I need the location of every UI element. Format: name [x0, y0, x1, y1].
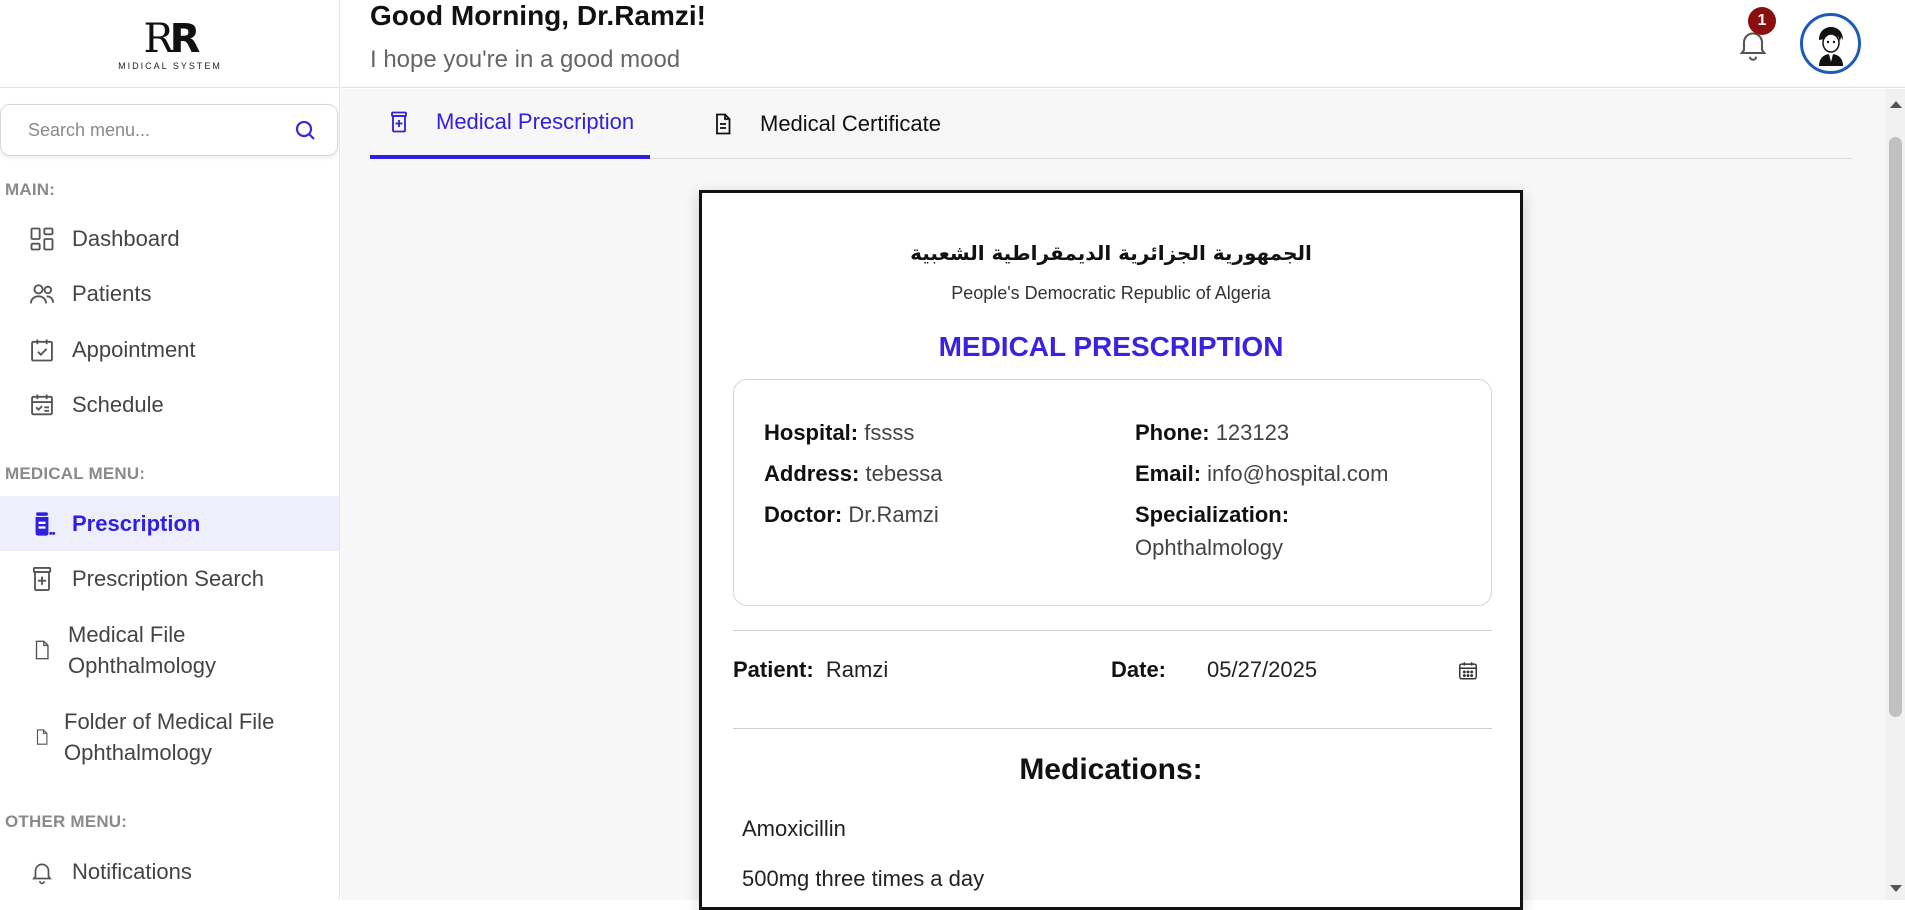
- medication-dosage: 500mg three times a day: [742, 866, 985, 891]
- file-icon: [28, 723, 56, 751]
- specialization-field: Specialization: Ophthalmology: [1135, 502, 1290, 560]
- avatar[interactable]: [1800, 13, 1861, 74]
- patient-value[interactable]: Ramzi: [826, 657, 888, 682]
- divider: [733, 630, 1492, 631]
- arabic-header: الجمهورية الجزائرية الديمقراطية الشعبية: [910, 241, 1312, 265]
- sidebar-item-schedule[interactable]: Schedule: [0, 377, 339, 432]
- sidebar-item-label: Dashboard: [72, 225, 180, 251]
- prescription-document: الجمهورية الجزائرية الديمقراطية الشعبية …: [699, 190, 1523, 910]
- logo[interactable]: RR MIDICAL SYSTEM: [0, 0, 340, 88]
- email-field: Email: info@hospital.com: [1135, 461, 1389, 486]
- sidebar-item-prescription-search[interactable]: Prescription Search: [0, 551, 339, 606]
- appointment-icon: [28, 336, 56, 364]
- dashboard-icon: [28, 225, 56, 253]
- country-name: People's Democratic Republic of Algeria: [951, 283, 1271, 303]
- medications-title: Medications:: [1019, 753, 1203, 786]
- search-box: [0, 104, 338, 156]
- user-avatar-icon: [1818, 26, 1843, 66]
- tab-label: Medical Certificate: [760, 111, 941, 136]
- medication-name: Amoxicillin: [742, 816, 846, 841]
- hospital-field: Hospital: fssss: [764, 420, 915, 445]
- date-label: Date:: [1111, 657, 1167, 682]
- tab-medical-certificate[interactable]: Medical Certificate: [710, 89, 941, 159]
- tab-bar: Medical Prescription Medical Certificate: [370, 89, 1852, 159]
- patients-icon: [28, 280, 56, 308]
- divider: [733, 728, 1492, 729]
- sidebar-item-label: Prescription: [72, 510, 201, 536]
- sidebar-item-label: Patients: [72, 280, 152, 306]
- notification-badge: 1: [1748, 7, 1776, 35]
- sidebar-item-prescription[interactable]: Prescription: [0, 496, 339, 551]
- section-label-main: MAIN:: [5, 180, 56, 199]
- logo-subtitle: MIDICAL SYSTEM: [118, 60, 222, 71]
- sidebar-item-medical-file[interactable]: Medical File Ophthalmology: [0, 610, 339, 690]
- sidebar-item-label: Medical File Ophthalmology: [68, 622, 216, 678]
- patient-field: Patient: Ramzi: [733, 657, 889, 682]
- search-input[interactable]: [28, 119, 293, 141]
- sidebar-item-label: Notifications: [72, 858, 192, 884]
- bell-icon: [28, 858, 56, 886]
- tab-label: Medical Prescription: [436, 109, 635, 134]
- sidebar: RR MIDICAL SYSTEM MAIN: Dashboard Patien…: [0, 0, 340, 900]
- search-icon[interactable]: [293, 118, 317, 142]
- schedule-icon: [28, 391, 56, 419]
- prescription-icon: [386, 109, 412, 135]
- scrollbar[interactable]: [1886, 89, 1905, 900]
- document-icon: [710, 111, 736, 137]
- scroll-up-icon[interactable]: [1890, 101, 1902, 108]
- greeting-subtitle: I hope you're in a good mood: [370, 46, 681, 73]
- address-field: Address: tebessa: [764, 461, 943, 486]
- prescription-search-icon: [28, 565, 56, 593]
- sidebar-item-label: Appointment: [72, 336, 196, 362]
- sidebar-item-label: Folder of Medical File Ophthalmology: [64, 709, 275, 765]
- top-header: Good Morning, Dr.Ramzi! I hope you're in…: [341, 0, 1905, 88]
- calendar-icon[interactable]: [1457, 660, 1479, 682]
- doctor-field: Doctor: Dr.Ramzi: [764, 502, 939, 527]
- sidebar-item-patients[interactable]: Patients: [0, 266, 339, 321]
- scroll-down-icon[interactable]: [1890, 885, 1902, 892]
- logo-mark: RR: [143, 15, 201, 62]
- file-icon: [28, 636, 56, 664]
- sidebar-item-folder-medical-file[interactable]: Folder of Medical File Ophthalmology: [0, 697, 339, 777]
- prescription-title: MEDICAL PRESCRIPTION: [938, 331, 1284, 362]
- scrollbar-thumb[interactable]: [1889, 137, 1902, 717]
- greeting-title: Good Morning, Dr.Ramzi!: [370, 0, 706, 31]
- hospital-info-box: Hospital: fssss Address: tebessa Doctor:…: [733, 379, 1492, 606]
- sidebar-item-label: Prescription Search: [72, 565, 264, 591]
- phone-field: Phone: 123123: [1135, 420, 1290, 445]
- section-label-medical: MEDICAL MENU:: [5, 464, 146, 483]
- date-input[interactable]: 05/27/2025: [1207, 657, 1317, 683]
- pill-bottle-icon: [28, 510, 56, 538]
- sidebar-item-dashboard[interactable]: Dashboard: [0, 211, 339, 266]
- section-label-other: OTHER MENU:: [5, 812, 128, 831]
- sidebar-item-label: Schedule: [72, 391, 164, 417]
- sidebar-item-notifications[interactable]: Notifications: [0, 844, 339, 899]
- tab-medical-prescription[interactable]: Medical Prescription: [370, 89, 651, 159]
- sidebar-item-appointment[interactable]: Appointment: [0, 322, 339, 377]
